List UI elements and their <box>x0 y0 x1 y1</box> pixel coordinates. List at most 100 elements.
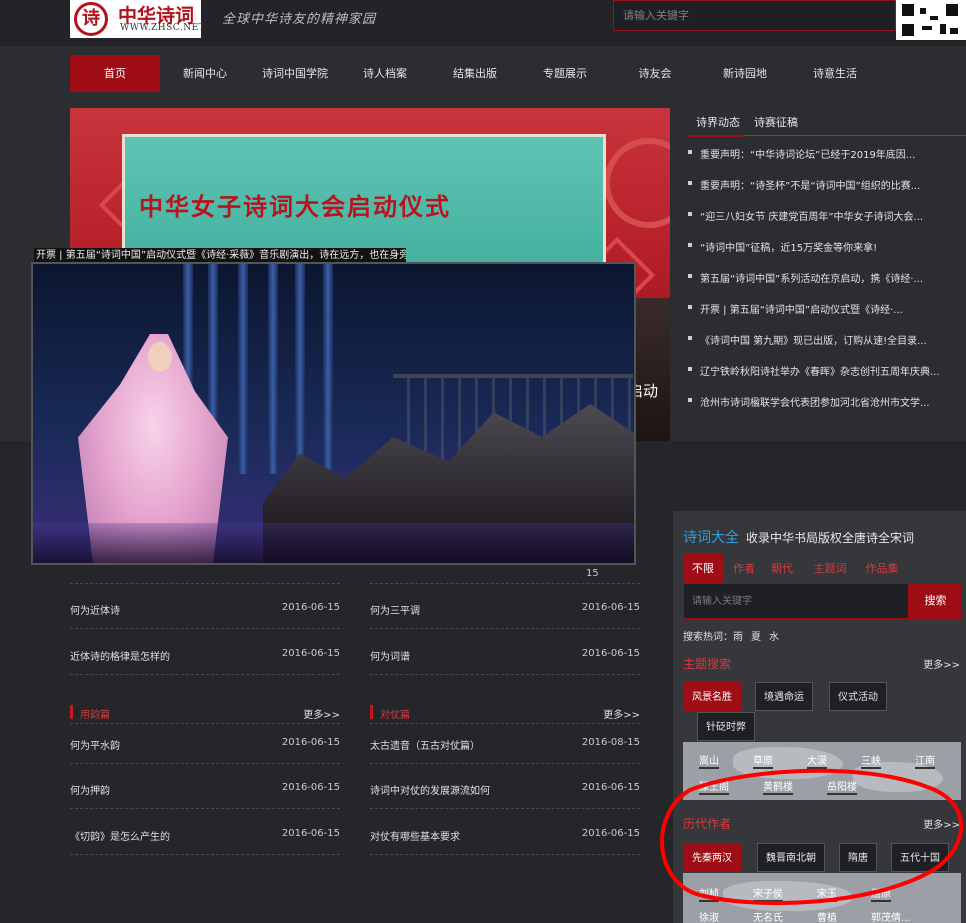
place-tag[interactable]: 大漠 <box>807 752 827 769</box>
author-tag[interactable]: 宋玉 <box>817 885 837 902</box>
row-divider <box>370 723 640 724</box>
place-tag[interactable]: 江南 <box>915 752 935 769</box>
nav-item-newpoetry[interactable]: 新诗园地 <box>700 55 790 92</box>
place-tag[interactable]: 三峡 <box>861 752 881 769</box>
author-tag[interactable]: 刘桢 <box>699 885 719 902</box>
dynasty-pill-wei-jin[interactable]: 魏晋南北朝 <box>757 843 825 872</box>
popup-image-preview[interactable] <box>31 262 636 565</box>
site-slogan: 全球中华诗友的精神家园 <box>222 12 377 27</box>
top-search-input[interactable] <box>614 1 895 30</box>
circle-window <box>604 138 670 228</box>
authors-more-link[interactable]: 更多>> <box>923 816 960 831</box>
tab-contest[interactable]: 诗赛征稿 <box>754 114 798 130</box>
place-tag[interactable]: 岳阳楼 <box>827 778 857 795</box>
table-row[interactable]: 太古遗音（五古对仗篇） 2016-08-15 <box>370 733 640 755</box>
list-item[interactable]: 《诗词中国 第九期》现已出版，订购从速!全目录... <box>688 329 966 349</box>
dynasty-pill-sui-tang[interactable]: 隋唐 <box>839 843 877 872</box>
row-divider <box>370 674 640 675</box>
panel-search-button[interactable]: 搜索 <box>909 583 962 619</box>
dynasty-pill-five-dynasties[interactable]: 五代十国 <box>891 843 949 872</box>
row-divider <box>70 723 340 724</box>
panel-title: 诗词大全 <box>683 530 739 546</box>
row-divider <box>70 808 340 809</box>
place-tag[interactable]: 草原 <box>753 752 773 769</box>
row-divider <box>370 763 640 764</box>
table-row[interactable]: 何为词谱 2016-06-15 <box>370 644 640 666</box>
tab-collection[interactable]: 作品集 <box>859 554 905 583</box>
tab-author[interactable]: 作者 <box>727 554 761 583</box>
table-row[interactable]: 何为押韵 2016-06-15 <box>70 778 340 800</box>
table-row[interactable]: 诗词中对仗的发展源流如何 2016-06-15 <box>370 778 640 800</box>
hot-words: 搜索热词：雨夏水 <box>683 628 779 643</box>
hot-words-label: 搜索热词： <box>683 632 733 643</box>
tab-dynasty[interactable]: 朝代 <box>765 554 799 583</box>
theme-places-map: 嵩山 草原 大漠 三峡 江南 滕王阁 黄鹤楼 岳阳楼 <box>683 742 961 800</box>
list-item[interactable]: 第五届“诗词中国”系列活动在京启动，携《诗经·... <box>688 267 966 287</box>
section-marker <box>70 705 73 719</box>
bullet-icon <box>688 212 692 216</box>
top-search-box <box>613 0 896 31</box>
list-item[interactable]: 辽宁铁岭秋阳诗社举办《春晖》杂志创刊五周年庆典... <box>688 360 966 380</box>
tab-any[interactable]: 不限 <box>683 554 723 583</box>
panel-search-box <box>683 583 909 619</box>
author-tag[interactable]: 徐淑 <box>699 909 719 923</box>
list-item[interactable]: 重要声明：“诗圣杯”不是“诗词中国”组织的比赛... <box>688 174 966 194</box>
list-item[interactable]: 开票 | 第五届“诗词中国”启动仪式暨《诗经·... <box>688 298 966 318</box>
authors-list: 刘桢 宋子侯 宋玉 屈原 徐淑 无名氏 曹植 郭茂倩... <box>683 873 961 923</box>
qr-code-icon <box>896 0 966 40</box>
nav-item-home[interactable]: 首页 <box>70 55 160 92</box>
nav-item-academy[interactable]: 诗词中国学院 <box>250 55 340 92</box>
list-item[interactable]: 重要声明：“中华诗词论坛”已经于2019年底因... <box>688 143 966 163</box>
theme-pill-critique[interactable]: 针砭时弊 <box>697 712 755 741</box>
panel-search-input[interactable] <box>684 584 908 618</box>
author-tag[interactable]: 宋子侯 <box>753 885 783 902</box>
table-row[interactable]: 《切韵》是怎么产生的 2016-06-15 <box>70 824 340 846</box>
table-row[interactable]: 何为平水韵 2016-06-15 <box>70 733 340 755</box>
more-link[interactable]: 更多>> <box>603 706 640 721</box>
nav-item-publish[interactable]: 结集出版 <box>430 55 520 92</box>
list-item[interactable]: “迎三八妇女节 庆建党百周年”中华女子诗词大会... <box>688 205 966 225</box>
row-divider <box>70 854 340 855</box>
theme-pill-scenery[interactable]: 风景名胜 <box>683 682 741 711</box>
table-row[interactable]: 何为近体诗 2016-06-15 <box>70 598 340 620</box>
nav-item-topics[interactable]: 专题展示 <box>520 55 610 92</box>
theme-more-link[interactable]: 更多>> <box>923 656 960 671</box>
author-tag[interactable]: 无名氏 <box>753 909 783 923</box>
theme-search-heading: 主题搜索 <box>683 657 732 671</box>
row-divider <box>70 628 340 629</box>
tab-poetry-news[interactable]: 诗界动态 <box>696 114 740 130</box>
hot-word[interactable]: 雨 <box>733 632 743 643</box>
nav-item-life[interactable]: 诗意生活 <box>790 55 880 92</box>
place-tag[interactable]: 黄鹤楼 <box>763 778 793 795</box>
nav-item-club[interactable]: 诗友会 <box>610 55 700 92</box>
list-item[interactable]: 沧州市诗词楹联学会代表团参加河北省沧州市文学... <box>688 391 966 411</box>
table-row[interactable]: 对仗有哪些基本要求 2016-06-15 <box>370 824 640 846</box>
list-item[interactable]: “诗词中国”征稿，近15万奖金等你来拿! <box>688 236 966 256</box>
bullet-icon <box>688 243 692 247</box>
place-tag[interactable]: 嵩山 <box>699 752 719 769</box>
bullet-icon <box>688 398 692 402</box>
theme-pill-ceremony[interactable]: 仪式活动 <box>829 682 887 711</box>
banner-title: 中华女子诗词大会启动仪式 <box>139 192 451 221</box>
author-tag[interactable]: 曹植 <box>817 909 837 923</box>
place-tag[interactable]: 滕王阁 <box>699 778 729 795</box>
more-link[interactable]: 更多>> <box>303 706 340 721</box>
hot-word[interactable]: 夏 <box>751 632 761 643</box>
table-row[interactable]: 何为三平调 2016-06-15 <box>370 598 640 620</box>
author-tag[interactable]: 屈原 <box>871 885 891 902</box>
row-divider <box>370 808 640 809</box>
main-nav: 首页 新闻中心 诗词中国学院 诗人档案 结集出版 专题展示 诗友会 新诗园地 诗… <box>0 46 966 102</box>
tab-theme[interactable]: 主题词 <box>805 554 855 583</box>
table-row[interactable]: 近体诗的格律是怎样的 2016-06-15 <box>70 644 340 666</box>
nav-item-poets[interactable]: 诗人档案 <box>340 55 430 92</box>
site-logo[interactable]: 诗 中华诗词 WWW.ZHSC.NET <box>70 0 205 38</box>
theme-pill-fate[interactable]: 境遇命运 <box>755 682 813 711</box>
author-tag[interactable]: 郭茂倩... <box>871 909 911 923</box>
row-divider <box>70 583 340 584</box>
dynasty-pill-qin-han[interactable]: 先秦两汉 <box>683 843 741 872</box>
bullet-icon <box>688 274 692 278</box>
nav-item-news[interactable]: 新闻中心 <box>160 55 250 92</box>
active-tab-indicator <box>688 135 744 137</box>
popup-title: 开票 | 第五届“诗词中国”启动仪式暨《诗经·采薇》音乐剧演出，诗在远方，也在身… <box>34 248 406 263</box>
hot-word[interactable]: 水 <box>769 632 779 643</box>
